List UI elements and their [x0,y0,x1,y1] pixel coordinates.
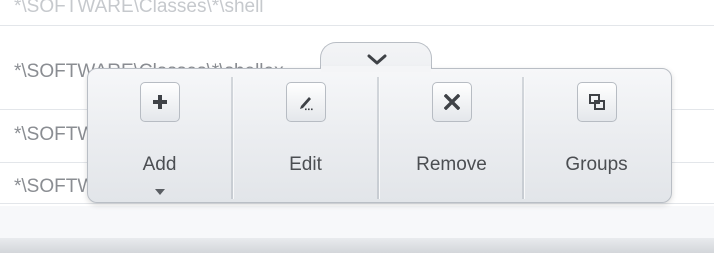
chevron-down-icon[interactable] [367,54,387,66]
edit-label: Edit [289,154,322,175]
collapse-tab-join [321,66,431,72]
pencil-icon [285,82,326,122]
add-label: Add [142,154,177,175]
add-button[interactable]: Add [87,82,232,197]
remove-label: Remove [416,154,487,175]
plus-icon [139,82,180,122]
list-row-empty [0,206,714,238]
list-row-text: *\SOFTWARE\Classes\*\shell [14,0,264,17]
list-footer [0,238,714,253]
x-icon [431,82,472,122]
groups-icon [576,82,617,122]
dropdown-caret-icon[interactable] [154,189,165,195]
remove-button[interactable]: Remove [379,82,524,197]
list-row-partial[interactable]: *\SOFTWARE\Classes\*\shell [0,0,714,26]
groups-label: Groups [565,154,628,175]
edit-button[interactable]: Edit [233,82,378,197]
groups-button[interactable]: Groups [524,82,669,197]
